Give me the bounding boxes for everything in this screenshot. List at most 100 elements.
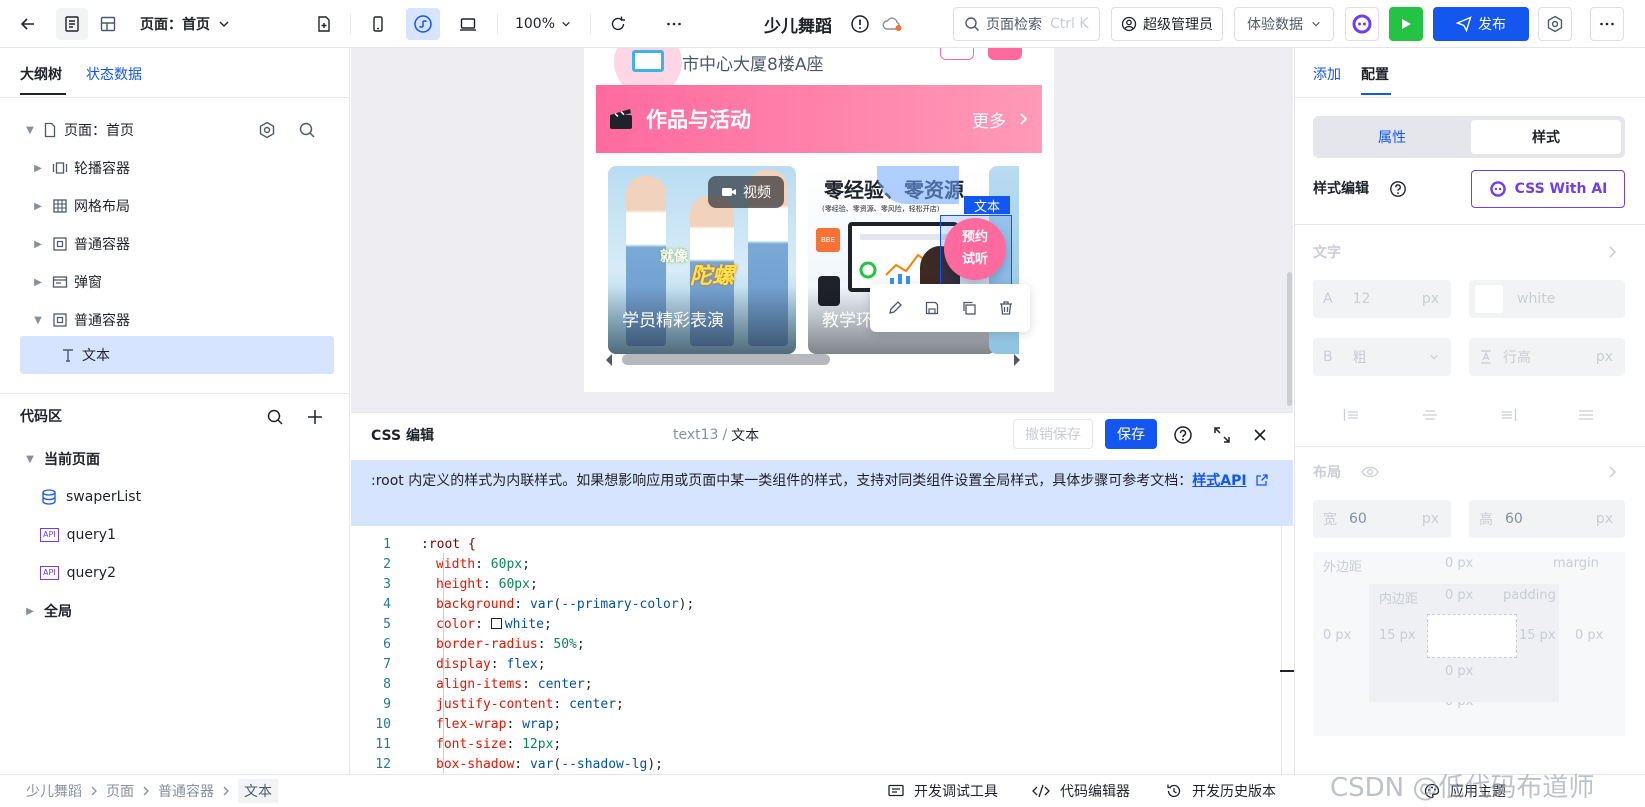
layout-section-title[interactable]: 布局 <box>1313 460 1341 484</box>
page-search-input[interactable]: 页面检索 Ctrl K <box>953 7 1100 41</box>
work-card-performance[interactable]: 就像 陀螺 视频 学员精彩表演 <box>608 166 796 354</box>
tab-outline-tree[interactable]: 大纲树 <box>20 62 62 86</box>
page-list-icon[interactable] <box>56 8 88 40</box>
history-button[interactable]: 开发历史版本 <box>1166 775 1276 807</box>
breadcrumb-item[interactable]: 页面 <box>106 781 134 801</box>
code-line[interactable]: 12 box-shadow: var(--shadow-lg); <box>351 754 1251 774</box>
code-line[interactable]: 6 border-radius: 50%; <box>351 634 1251 654</box>
code-item-query1[interactable]: API query1 <box>0 517 350 553</box>
breadcrumb-item[interactable]: 普通容器 <box>158 781 214 801</box>
padding-left-value[interactable]: 15 px <box>1379 628 1416 643</box>
more-link[interactable]: 更多 <box>972 107 1006 132</box>
code-item-query2[interactable]: API query2 <box>0 555 350 591</box>
tree-node-swiper[interactable]: ▶ 轮播容器 <box>0 150 350 186</box>
css-with-ai-button[interactable]: CSS With AI <box>1471 170 1625 208</box>
tab-config[interactable]: 配置 <box>1361 62 1389 86</box>
more-icon[interactable] <box>658 8 690 40</box>
color-swatch[interactable] <box>490 617 502 629</box>
code-editor-button[interactable]: 代码编辑器 <box>1032 775 1130 807</box>
margin-top-value[interactable]: 0 px <box>1445 556 1473 571</box>
splitter-handle[interactable] <box>1280 670 1294 672</box>
subtab-styles[interactable]: 样式 <box>1471 120 1621 154</box>
more-menu-icon[interactable] <box>1590 7 1624 41</box>
publish-button[interactable]: 发布 <box>1433 7 1529 41</box>
code-line[interactable]: 10 flex-wrap: wrap; <box>351 714 1251 734</box>
font-size-input[interactable]: A 12 px <box>1313 280 1451 318</box>
padding-bottom-value[interactable]: 0 px <box>1445 664 1473 679</box>
plus-icon[interactable] <box>306 408 324 426</box>
tree-node-container-2[interactable]: ▼ 普通容器 <box>0 302 350 338</box>
miniprogram-view-icon[interactable] <box>406 8 440 40</box>
code-line[interactable]: 8 align-items: center; <box>351 674 1251 694</box>
code-global[interactable]: ▶ 全局 <box>0 593 350 629</box>
settings-gear-icon[interactable] <box>258 121 276 139</box>
code-line[interactable]: 3 height: 60px; <box>351 574 1251 594</box>
scroll-left-arrow-icon[interactable] <box>604 353 614 367</box>
tree-node-container[interactable]: ▶ 普通容器 <box>0 226 350 262</box>
padding-right-value[interactable]: 15 px <box>1519 628 1556 643</box>
tree-node-dialog[interactable]: ▶ 弹窗 <box>0 264 350 300</box>
copy-icon[interactable] <box>961 300 977 316</box>
edit-icon[interactable] <box>887 300 903 316</box>
user-role-button[interactable]: 超级管理员 <box>1111 7 1223 41</box>
margin-left-value[interactable]: 0 px <box>1323 628 1351 643</box>
code-line[interactable]: 9 justify-content: center; <box>351 694 1251 714</box>
subtab-properties[interactable]: 属性 <box>1317 120 1467 154</box>
code-item-swaperlist[interactable]: swaperList <box>0 479 350 515</box>
breadcrumb-item-current[interactable]: 文本 <box>238 779 278 803</box>
layout-icon[interactable] <box>92 8 124 40</box>
scroll-right-arrow-icon[interactable] <box>1012 353 1022 367</box>
zoom-select[interactable]: 100% <box>508 8 578 40</box>
align-right-icon[interactable] <box>1499 408 1517 422</box>
ai-assistant-icon[interactable] <box>1345 7 1379 41</box>
code-line[interactable]: 7 display: flex; <box>351 654 1251 674</box>
chevron-right-icon[interactable] <box>1607 245 1617 259</box>
chevron-right-icon[interactable] <box>1607 465 1617 479</box>
code-line[interactable]: 4 background: var(--primary-color); <box>351 594 1251 614</box>
add-page-icon[interactable] <box>308 8 340 40</box>
tree-node-text[interactable]: 文本 <box>0 337 350 373</box>
code-line[interactable]: 11 font-size: 12px; <box>351 734 1251 754</box>
search-icon[interactable] <box>266 408 284 426</box>
breadcrumb-item[interactable]: 少儿舞蹈 <box>26 781 82 801</box>
back-arrow-icon[interactable] <box>12 8 44 40</box>
search-icon[interactable] <box>298 121 316 139</box>
tab-add[interactable]: 添加 <box>1313 62 1341 86</box>
align-left-icon[interactable] <box>1343 408 1361 422</box>
navigate-button[interactable] <box>988 48 1022 60</box>
horizontal-scrollbar-thumb[interactable] <box>622 354 830 365</box>
help-icon[interactable] <box>1173 425 1193 445</box>
tree-node-grid[interactable]: ▶ 网格布局 <box>0 188 350 224</box>
mobile-view-icon[interactable] <box>362 8 394 40</box>
expand-icon[interactable] <box>1213 426 1231 444</box>
font-weight-select[interactable]: B 粗 <box>1313 338 1451 376</box>
dev-tools-button[interactable]: 开发调试工具 <box>888 775 998 807</box>
run-preview-button[interactable] <box>1389 7 1423 41</box>
trash-icon[interactable] <box>998 300 1014 316</box>
booking-trial-circle[interactable]: 预约 试听 <box>944 218 1006 280</box>
cloud-sync-icon[interactable] <box>878 8 908 40</box>
height-input[interactable]: 高 60 px <box>1469 500 1625 538</box>
align-justify-icon[interactable] <box>1577 408 1595 422</box>
save-icon[interactable] <box>924 300 940 316</box>
help-icon[interactable] <box>1389 180 1407 198</box>
align-center-icon[interactable] <box>1421 408 1439 422</box>
padding-top-value[interactable]: 0 px <box>1445 588 1473 603</box>
color-swatch[interactable] <box>1475 285 1503 313</box>
desktop-view-icon[interactable] <box>452 8 484 40</box>
text-section-title[interactable]: 文字 <box>1313 240 1341 264</box>
code-editor[interactable]: 1:root {2 width: 60px; 3 height: 60px; 4 back… <box>351 526 1281 775</box>
close-icon[interactable] <box>1252 427 1268 443</box>
code-line[interactable]: 2 width: 60px; <box>351 554 1251 574</box>
page-selector[interactable]: 页面：首页 <box>140 8 250 40</box>
settings-gear-icon[interactable] <box>1538 7 1572 41</box>
code-line[interactable]: 1:root { <box>351 534 1251 554</box>
tree-node-page[interactable]: ▼ 页面：首页 <box>0 112 350 148</box>
line-height-input[interactable]: 行高 px <box>1469 338 1625 376</box>
warning-icon[interactable] <box>846 8 874 40</box>
tab-state-data[interactable]: 状态数据 <box>86 62 142 86</box>
code-current-page[interactable]: ▼ 当前页面 <box>0 441 350 477</box>
code-line[interactable]: 5 color: white; <box>351 614 1251 634</box>
font-color-input[interactable]: white <box>1469 280 1625 318</box>
style-api-link[interactable]: 样式API <box>1192 473 1246 489</box>
